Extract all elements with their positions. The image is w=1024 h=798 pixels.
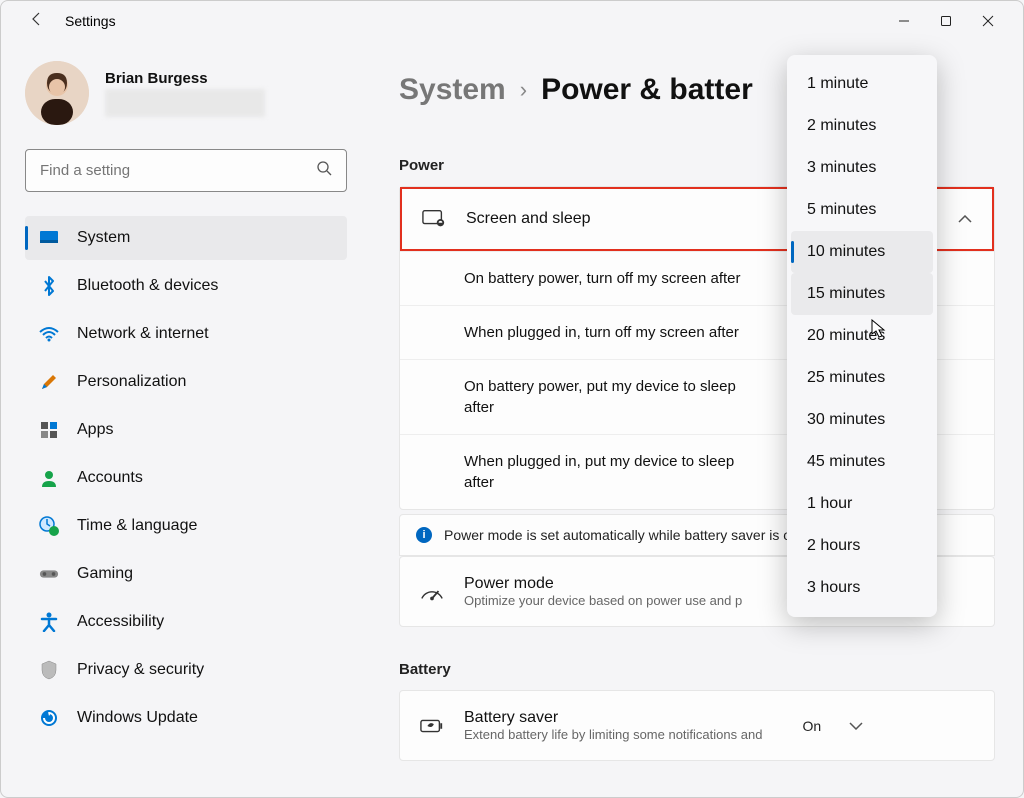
close-button[interactable]	[979, 12, 997, 30]
sidebar-item-update[interactable]: Windows Update	[25, 696, 347, 740]
nav-label: Gaming	[77, 565, 133, 583]
sidebar-item-apps[interactable]: Apps	[25, 408, 347, 452]
dropdown-option[interactable]: 45 minutes	[791, 441, 933, 483]
breadcrumb-parent[interactable]: System	[399, 73, 506, 107]
search-input[interactable]	[40, 162, 308, 179]
battery-saver-card[interactable]: Battery saver Extend battery life by lim…	[399, 690, 995, 761]
nav-label: Network & internet	[77, 325, 209, 343]
person-icon	[39, 468, 59, 488]
dropdown-option[interactable]: 20 minutes	[791, 315, 933, 357]
nav-label: System	[77, 229, 130, 247]
gauge-icon	[420, 580, 444, 604]
nav-list: System Bluetooth & devices Network & int…	[25, 216, 347, 740]
dropdown-option[interactable]: 3 hours	[791, 567, 933, 609]
clock-globe-icon	[39, 516, 59, 536]
minimize-button[interactable]	[895, 12, 913, 30]
battery-saver-title: Battery saver	[464, 709, 762, 727]
dropdown-option-hover[interactable]: 15 minutes	[791, 273, 933, 315]
page-title: Power & batter	[541, 73, 753, 107]
profile[interactable]: Brian Burgess	[25, 61, 347, 125]
info-icon: i	[416, 527, 432, 543]
power-mode-subtitle: Optimize your device based on power use …	[464, 593, 742, 608]
chevron-right-icon: ›	[520, 77, 527, 103]
nav-label: Time & language	[77, 517, 197, 535]
apps-icon	[39, 420, 59, 440]
update-icon	[39, 708, 59, 728]
nav-label: Accounts	[77, 469, 143, 487]
battery-saver-state: On	[802, 718, 821, 734]
sidebar-item-bluetooth[interactable]: Bluetooth & devices	[25, 264, 347, 308]
gaming-icon	[39, 564, 59, 584]
chevron-down-icon	[849, 717, 863, 735]
avatar	[25, 61, 89, 125]
dropdown-option[interactable]: 30 minutes	[791, 399, 933, 441]
nav-label: Personalization	[77, 373, 186, 391]
nav-label: Apps	[77, 421, 113, 439]
screen-icon	[422, 207, 446, 231]
sidebar-item-system[interactable]: System	[25, 216, 347, 260]
dropdown-option[interactable]: 25 minutes	[791, 357, 933, 399]
username: Brian Burgess	[105, 70, 265, 87]
battery-leaf-icon	[420, 714, 444, 738]
window-title: Settings	[65, 13, 116, 29]
sidebar-item-personalization[interactable]: Personalization	[25, 360, 347, 404]
sidebar: Brian Burgess System Bluetooth & devices…	[1, 41, 371, 797]
sidebar-item-accessibility[interactable]: Accessibility	[25, 600, 347, 644]
nav-label: Windows Update	[77, 709, 198, 727]
sidebar-item-accounts[interactable]: Accounts	[25, 456, 347, 500]
dropdown-option[interactable]: 2 minutes	[791, 105, 933, 147]
dropdown-option-selected[interactable]: 10 minutes	[791, 231, 933, 273]
user-email-redacted	[105, 89, 265, 117]
nav-label: Privacy & security	[77, 661, 204, 679]
screen-sleep-title: Screen and sleep	[466, 210, 591, 228]
battery-saver-subtitle: Extend battery life by limiting some not…	[464, 727, 762, 742]
time-dropdown[interactable]: 1 minute 2 minutes 3 minutes 5 minutes 1…	[787, 55, 937, 617]
shield-icon	[39, 660, 59, 680]
titlebar: Settings	[1, 1, 1023, 41]
sidebar-item-network[interactable]: Network & internet	[25, 312, 347, 356]
nav-label: Accessibility	[77, 613, 164, 631]
back-button[interactable]	[29, 11, 45, 32]
search-box[interactable]	[25, 149, 347, 192]
search-icon	[316, 160, 332, 181]
dropdown-option[interactable]: 1 hour	[791, 483, 933, 525]
sidebar-item-time[interactable]: Time & language	[25, 504, 347, 548]
dropdown-option[interactable]: 2 hours	[791, 525, 933, 567]
dropdown-option[interactable]: 5 minutes	[791, 189, 933, 231]
section-battery-label: Battery	[399, 661, 995, 678]
chevron-up-icon	[958, 210, 972, 228]
power-mode-title: Power mode	[464, 575, 742, 593]
dropdown-option[interactable]: 3 minutes	[791, 147, 933, 189]
dropdown-option[interactable]: 1 minute	[791, 63, 933, 105]
accessibility-icon	[39, 612, 59, 632]
nav-label: Bluetooth & devices	[77, 277, 218, 295]
info-banner-text: Power mode is set automatically while ba…	[444, 527, 791, 543]
sidebar-item-privacy[interactable]: Privacy & security	[25, 648, 347, 692]
bluetooth-icon	[39, 276, 59, 296]
paint-icon	[39, 372, 59, 392]
sidebar-item-gaming[interactable]: Gaming	[25, 552, 347, 596]
maximize-button[interactable]	[937, 12, 955, 30]
wifi-icon	[39, 324, 59, 344]
system-icon	[39, 228, 59, 248]
